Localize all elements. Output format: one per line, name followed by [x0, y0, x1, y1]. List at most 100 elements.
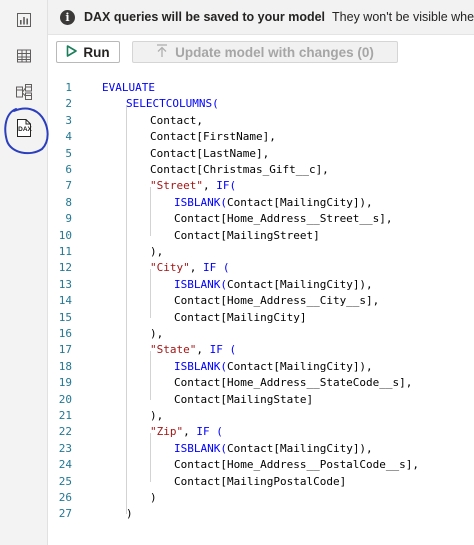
line-number: 24 [58, 458, 72, 472]
line-number: 18 [58, 359, 72, 373]
table-view-icon [16, 48, 32, 64]
code-line[interactable]: 5 Contact[LastName], [48, 146, 474, 162]
line-number: 19 [58, 376, 72, 390]
code-text: ISBLANK(Contact[MailingCity]), [174, 195, 373, 211]
dax-icon-label: DAX [18, 126, 32, 133]
dax-token: ) [126, 507, 133, 521]
line-number: 10 [58, 228, 72, 242]
code-line[interactable]: 15 Contact[MailingCity] [48, 310, 474, 326]
code-line[interactable]: 22 "Zip", IF ( [48, 424, 474, 440]
code-line[interactable]: 25 Contact[MailingPostalCode] [48, 474, 474, 490]
code-text: Contact[Christmas_Gift__c], [150, 162, 329, 178]
line-number: 3 [65, 113, 72, 127]
dax-keyword: ISBLANK( [174, 441, 227, 455]
code-line[interactable]: 16), [48, 326, 474, 342]
code-line[interactable]: 23 ISBLANK(Contact[MailingCity]), [48, 441, 474, 457]
dax-keyword: IF ( [196, 425, 223, 439]
line-number: 15 [58, 310, 72, 324]
line-number: 27 [58, 507, 72, 521]
line-number: 7 [65, 179, 72, 193]
line-number: 11 [58, 245, 72, 258]
dax-string: "Zip" [150, 425, 184, 439]
code-line[interactable]: 7 "Street", IF( [48, 178, 474, 194]
line-number: 12 [58, 261, 72, 275]
table-view-button[interactable] [13, 45, 35, 67]
code-text: ), [150, 408, 163, 424]
line-number: 6 [65, 163, 72, 176]
code-text: ISBLANK(Contact[MailingCity]), [174, 277, 373, 293]
line-number: 26 [58, 491, 72, 504]
code-line[interactable]: 19 Contact[Home_Address__StateCode__s], [48, 375, 474, 391]
code-line[interactable]: 12 "City", IF ( [48, 260, 474, 276]
dax-keyword: IF( [216, 179, 237, 193]
report-view-icon [16, 12, 32, 28]
dax-token: Contact[Christmas_Gift__c], [150, 163, 329, 176]
run-button[interactable]: Run [56, 41, 120, 63]
dax-token: , [183, 425, 197, 439]
dax-token: Contact[Home_Address__City__s], [174, 294, 380, 308]
dax-token: ), [150, 409, 164, 422]
dax-query-view-icon: DAX [15, 118, 33, 138]
code-line[interactable]: 21), [48, 408, 474, 424]
code-line[interactable]: 4 Contact[FirstName], [48, 129, 474, 145]
code-text: Contact[Home_Address__City__s], [174, 293, 379, 309]
code-line[interactable]: 13 ISBLANK(Contact[MailingCity]), [48, 277, 474, 293]
code-line[interactable]: 20 Contact[MailingState] [48, 392, 474, 408]
code-line[interactable]: 2 SELECTCOLUMNS( [48, 96, 474, 112]
report-view-button[interactable] [13, 9, 35, 31]
code-text: Contact[MailingStreet] [174, 228, 320, 244]
query-toolbar: Run Update model with changes (0) [48, 34, 474, 68]
code-line[interactable]: 6 Contact[Christmas_Gift__c], [48, 162, 474, 178]
code-line[interactable]: 1 EVALUATE [48, 80, 474, 96]
line-number: 2 [65, 97, 72, 111]
line-number: 17 [58, 343, 72, 357]
code-line[interactable]: 24 Contact[Home_Address__PostalCode__s], [48, 457, 474, 473]
dax-query-editor[interactable]: 1 EVALUATE 2 SELECTCOLUMNS(3 Contact, 4 Contac… [48, 72, 474, 545]
view-rail: DAX [0, 0, 48, 545]
line-number: 8 [65, 195, 72, 209]
dax-token: Contact[MailingCity]), [226, 441, 373, 455]
code-text: "City", IF ( [150, 260, 230, 276]
update-model-label: Update model with changes (0) [175, 44, 374, 60]
line-number: 9 [65, 212, 72, 226]
code-text: "State", IF ( [150, 342, 236, 358]
dax-token: ) [150, 491, 157, 504]
line-number: 1 [65, 81, 72, 94]
play-icon [66, 44, 78, 60]
dax-token: Contact[LastName], [150, 146, 270, 160]
code-line[interactable]: 14 Contact[Home_Address__City__s], [48, 293, 474, 309]
dax-token: ), [150, 327, 164, 340]
line-number: 16 [58, 327, 72, 340]
dax-query-view-button[interactable]: DAX [13, 117, 35, 139]
code-line[interactable]: 11), [48, 244, 474, 260]
code-line[interactable]: 27) [48, 506, 474, 522]
model-view-button[interactable] [13, 81, 35, 103]
code-line[interactable]: 26) [48, 490, 474, 506]
code-text: ISBLANK(Contact[MailingCity]), [174, 359, 373, 375]
dax-keyword: IF ( [203, 261, 230, 275]
code-text: Contact[MailingCity] [174, 310, 306, 326]
code-line[interactable]: 9 Contact[Home_Address__Street__s], [48, 211, 474, 227]
dax-token: Contact[MailingCity]), [226, 359, 373, 373]
code-line[interactable]: 17 "State", IF ( [48, 342, 474, 358]
code-text: Contact[FirstName], [150, 129, 276, 145]
dax-keyword: IF ( [209, 343, 237, 357]
dax-token: Contact[MailingCity]), [226, 195, 373, 209]
code-line[interactable]: 18 ISBLANK(Contact[MailingCity]), [48, 359, 474, 375]
upload-arrow-icon [156, 43, 168, 61]
line-number: 4 [65, 130, 72, 144]
model-view-icon [15, 83, 33, 101]
dax-keyword: ISBLANK( [174, 277, 227, 291]
update-model-button[interactable]: Update model with changes (0) [132, 41, 398, 63]
code-line[interactable]: 10 Contact[MailingStreet] [48, 228, 474, 244]
code-text: "Zip", IF ( [150, 424, 223, 440]
code-line[interactable]: 3 Contact, [48, 113, 474, 129]
dax-token: Contact[Home_Address__Street__s], [174, 212, 393, 226]
code-text: ), [150, 244, 163, 260]
code-line[interactable]: 8 ISBLANK(Contact[MailingCity]), [48, 195, 474, 211]
code-text: ) [150, 490, 157, 506]
dax-token: Contact[MailingPostalCode] [174, 474, 347, 488]
code-text: Contact[Home_Address__PostalCode__s], [174, 457, 419, 473]
code-text: Contact[MailingPostalCode] [174, 474, 346, 490]
dax-token: Contact[MailingCity] [174, 310, 307, 324]
